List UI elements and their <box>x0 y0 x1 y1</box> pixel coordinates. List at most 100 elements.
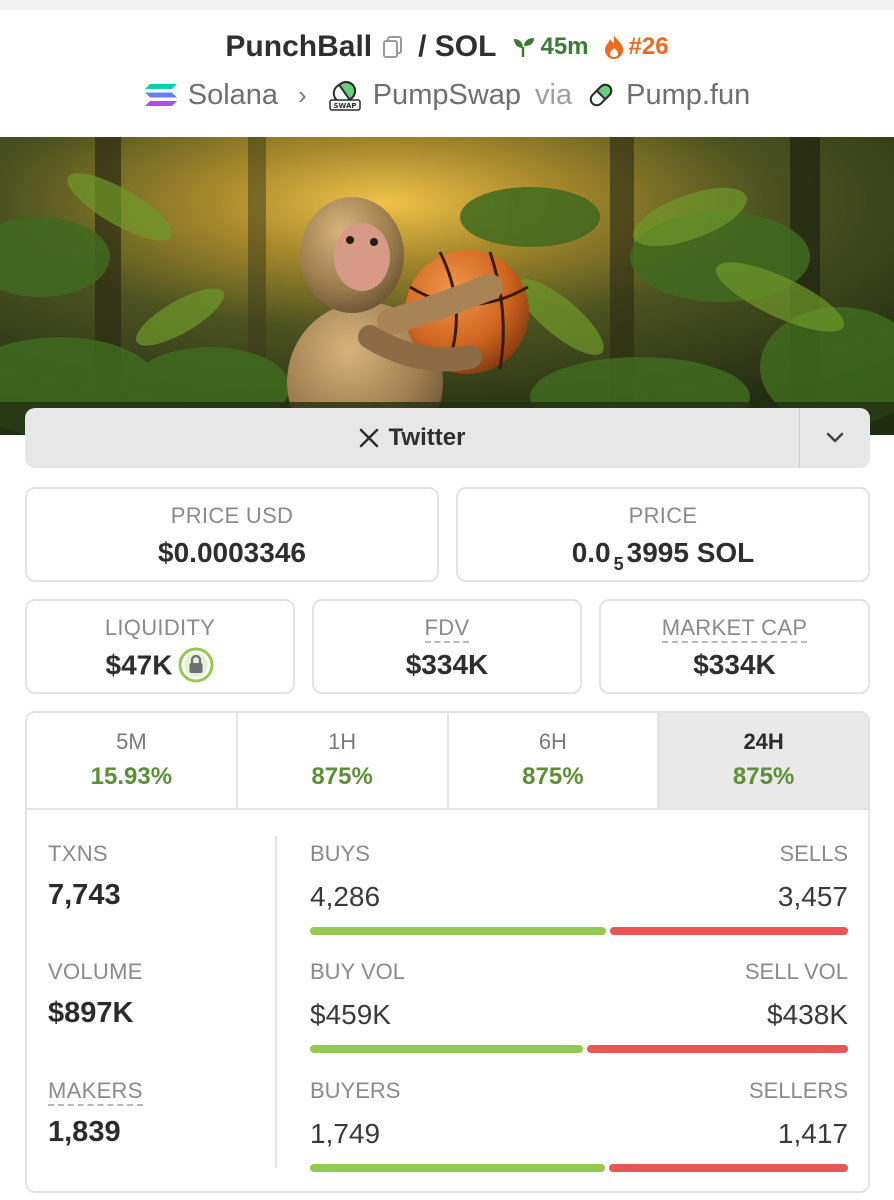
makers-stat: MAKERS 1,839 <box>48 1078 143 1149</box>
quote-token: / SOL <box>418 30 497 63</box>
token-name: PunchBall <box>225 30 373 63</box>
dex-name[interactable]: PumpSwap <box>373 79 521 112</box>
solana-icon <box>144 84 177 106</box>
sellers-label: SELLERS <box>748 1078 848 1103</box>
volume-split-stat: BUY VOL SELL VOL $459K $438K <box>310 959 848 1059</box>
sellers-value: 1,417 <box>777 1118 848 1149</box>
price-sol-value: 0.0 5 3995 SOL <box>458 537 868 574</box>
flame-icon <box>604 35 623 59</box>
fdv-label[interactable]: FDV <box>424 615 470 643</box>
svg-text:SWAP: SWAP <box>333 102 356 110</box>
volume-value: $897K <box>48 997 134 1029</box>
price-sol-zero-count: 5 <box>613 554 624 574</box>
sell-vol-bar <box>587 1045 848 1053</box>
market-cap-card: MARKET CAP $334K <box>599 599 870 694</box>
fdv-value: $334K <box>405 649 489 680</box>
buys-sells-stat: BUYS SELLS 4,286 3,457 <box>310 841 848 941</box>
buyers-sellers-stat: BUYERS SELLERS 1,749 1,417 <box>310 1078 848 1178</box>
price-usd-card: PRICE USD $0.0003346 <box>25 487 439 582</box>
buy-bar <box>310 927 606 935</box>
tab-label: 1H <box>328 729 357 754</box>
socials-bar: Twitter <box>25 408 870 468</box>
liquidity-label: LIQUIDITY <box>104 615 216 640</box>
price-usd-label: PRICE USD <box>170 503 294 528</box>
twitter-label: Twitter <box>388 424 466 451</box>
makers-label-wrap: MAKERS <box>48 1078 143 1106</box>
buys-value: 4,286 <box>310 881 381 912</box>
rank-badge: #26 <box>603 33 669 61</box>
twitter-button[interactable]: Twitter <box>25 408 799 468</box>
market-cap-label-wrap: MARKET CAP <box>601 615 868 643</box>
volume-ratio-bar <box>310 1045 848 1053</box>
sprout-icon <box>514 38 535 57</box>
price-sol-rest: 3995 SOL <box>626 537 755 568</box>
liquidity-row: $47K <box>27 647 293 685</box>
tab-change: 875% <box>311 763 373 790</box>
copy-icon[interactable] <box>382 35 404 59</box>
price-usd-value: $0.0003346 <box>158 537 306 568</box>
title-row: PunchBall / SOL 45m #26 <box>0 30 894 64</box>
buy-vol-bar <box>310 1045 583 1053</box>
sell-vol-label: SELL VOL <box>744 959 848 984</box>
tab-change: 875% <box>522 763 584 790</box>
liquidity-value: $47K <box>105 649 173 681</box>
price-sol-label: PRICE <box>628 503 698 528</box>
sells-label: SELLS <box>779 841 849 866</box>
column-divider <box>275 836 277 1168</box>
buyers-value: 1,749 <box>310 1118 381 1149</box>
tab-label: 24H <box>743 729 784 754</box>
liquidity-card: LIQUIDITY $47K <box>25 599 295 694</box>
tab-24h[interactable]: 24H 875% <box>659 713 868 808</box>
top-strip <box>0 0 894 10</box>
timeframe-stats-panel: 5M 15.93% 1H 875% 6H 875% 24H 875% TXNS … <box>25 711 870 1193</box>
tab-change: 875% <box>732 763 795 790</box>
volume-label: VOLUME <box>48 959 143 984</box>
buys-sells-ratio-bar <box>310 927 848 935</box>
price-sol-card: PRICE 0.0 5 3995 SOL <box>456 487 870 582</box>
chevron-right-icon: › <box>298 79 307 110</box>
buy-vol-value: $459K <box>310 999 391 1030</box>
price-sol-prefix: 0.0 <box>571 537 611 568</box>
buyers-label: BUYERS <box>310 1078 401 1103</box>
sells-value: 3,457 <box>777 881 848 912</box>
buyers-bar <box>310 1164 605 1172</box>
txns-value: 7,743 <box>48 879 121 911</box>
chevron-down-icon <box>826 432 844 443</box>
txns-label: TXNS <box>48 841 108 866</box>
tab-1h[interactable]: 1H 875% <box>238 713 449 808</box>
sell-bar <box>610 927 848 935</box>
buy-vol-label: BUY VOL <box>310 959 405 984</box>
makers-value: 1,839 <box>48 1116 121 1148</box>
more-links-dropdown[interactable] <box>800 408 870 468</box>
txns-stat: TXNS 7,743 <box>48 841 121 912</box>
token-banner-image <box>0 137 894 435</box>
pair-header: PunchBall / SOL 45m #26 Solana › SWAP Pu… <box>0 10 894 136</box>
tab-5m[interactable]: 5M 15.93% <box>27 713 238 808</box>
market-cap-value: $334K <box>693 649 776 680</box>
tab-6h[interactable]: 6H 875% <box>449 713 660 808</box>
makers-label[interactable]: MAKERS <box>48 1078 143 1106</box>
pumpswap-icon: SWAP <box>328 81 361 111</box>
volume-stat: VOLUME $897K <box>48 959 143 1030</box>
via-label: via <box>535 78 573 111</box>
sell-vol-value: $438K <box>767 999 848 1030</box>
x-logo-icon <box>359 428 378 448</box>
tab-label: 6H <box>538 729 567 754</box>
chain-name[interactable]: Solana <box>188 79 278 112</box>
market-cap-label[interactable]: MARKET CAP <box>661 615 808 643</box>
lock-icon[interactable] <box>178 647 214 683</box>
age-badge: 45m <box>512 33 589 61</box>
fdv-card: FDV $334K <box>312 599 582 694</box>
chain-row: Solana › SWAP PumpSwap via Pump.fun <box>0 78 894 112</box>
launchpad-name[interactable]: Pump.fun <box>626 79 750 112</box>
age-value: 45m <box>540 33 589 60</box>
buyers-ratio-bar <box>310 1164 848 1172</box>
tab-change: 15.93% <box>90 763 173 790</box>
buys-label: BUYS <box>310 841 370 866</box>
tab-label: 5M <box>116 729 147 754</box>
sellers-bar <box>609 1164 848 1172</box>
pumpfun-icon <box>589 83 613 107</box>
timeframe-tabs: 5M 15.93% 1H 875% 6H 875% 24H 875% <box>27 713 868 810</box>
fdv-label-wrap: FDV <box>314 615 580 643</box>
rank-value: #26 <box>628 33 669 60</box>
